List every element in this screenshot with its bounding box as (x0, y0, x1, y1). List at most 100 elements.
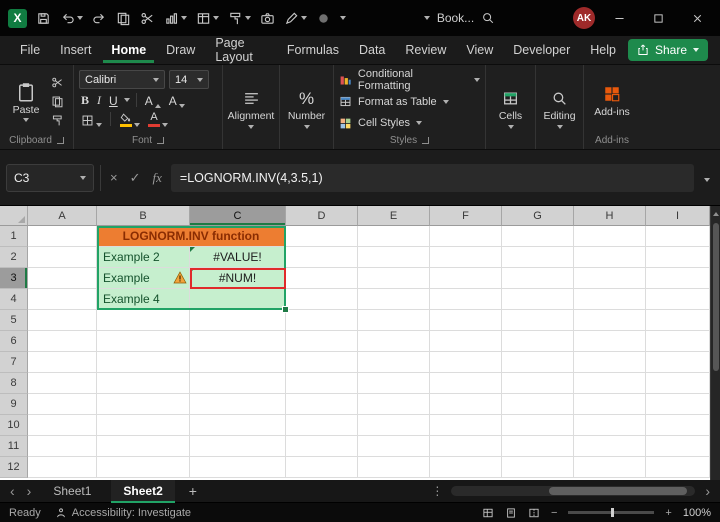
row-header-12[interactable]: 12 (0, 457, 28, 478)
cell-E7[interactable] (358, 352, 430, 373)
vertical-scroll-thumb[interactable] (713, 223, 719, 371)
tab-home[interactable]: Home (103, 38, 154, 63)
undo-button[interactable] (60, 11, 83, 26)
italic-button[interactable]: I (95, 92, 103, 108)
cell-G1[interactable] (502, 226, 574, 247)
cell-I4[interactable] (646, 289, 710, 310)
cell-F1[interactable] (430, 226, 502, 247)
cell-B3[interactable]: Example (97, 268, 190, 289)
cell-A12[interactable] (28, 457, 97, 478)
tab-formulas[interactable]: Formulas (279, 38, 347, 63)
tab-help[interactable]: Help (582, 38, 624, 63)
cell-A8[interactable] (28, 373, 97, 394)
page-break-view-button[interactable] (528, 507, 540, 519)
tab-page-layout[interactable]: Page Layout (207, 31, 275, 70)
row-header-4[interactable]: 4 (0, 289, 28, 310)
minimize-button[interactable] (604, 5, 634, 31)
cell-C3[interactable]: #NUM! (190, 268, 286, 289)
row-header-10[interactable]: 10 (0, 415, 28, 436)
dialog-launcher-icon[interactable] (157, 137, 164, 144)
cell-A10[interactable] (28, 415, 97, 436)
column-header-I[interactable]: I (646, 206, 710, 226)
format-painter-button[interactable] (228, 11, 251, 26)
cell-F6[interactable] (430, 331, 502, 352)
scroll-up-icon[interactable] (713, 212, 719, 216)
dialog-launcher-icon[interactable] (422, 137, 430, 144)
shrink-font-button[interactable]: A (167, 92, 187, 108)
cell-A6[interactable] (28, 331, 97, 352)
cell-F8[interactable] (430, 373, 502, 394)
row-header-8[interactable]: 8 (0, 373, 28, 394)
cell-F11[interactable] (430, 436, 502, 457)
column-header-H[interactable]: H (574, 206, 646, 226)
cut-button[interactable] (140, 11, 155, 26)
sheet-nav-right-button[interactable]: › (25, 484, 34, 498)
cell-D11[interactable] (286, 436, 358, 457)
dialog-launcher-icon[interactable] (56, 137, 64, 144)
cell-H7[interactable] (574, 352, 646, 373)
cell-C9[interactable] (190, 394, 286, 415)
cell-I3[interactable] (646, 268, 710, 289)
cell-A2[interactable] (28, 247, 97, 268)
formula-bar-expand-button[interactable] (700, 169, 714, 187)
cell-B4[interactable]: Example 4 (97, 289, 190, 310)
close-button[interactable] (682, 5, 712, 31)
sheet-tab-sheet1[interactable]: Sheet1 (41, 480, 103, 503)
cell-E9[interactable] (358, 394, 430, 415)
table-button[interactable] (196, 11, 219, 26)
redo-button[interactable] (92, 11, 107, 26)
underline-button[interactable]: U (107, 92, 120, 108)
row-header-6[interactable]: 6 (0, 331, 28, 352)
cell-A4[interactable] (28, 289, 97, 310)
cell-H11[interactable] (574, 436, 646, 457)
alignment-group[interactable]: Alignment (223, 65, 280, 149)
cell-B10[interactable] (97, 415, 190, 436)
cell-G4[interactable] (502, 289, 574, 310)
cell-B2[interactable]: Example 2 (97, 247, 190, 268)
grow-font-button[interactable]: A (143, 92, 163, 108)
cell-E12[interactable] (358, 457, 430, 478)
horizontal-scroll-thumb[interactable] (549, 487, 688, 495)
row-header-7[interactable]: 7 (0, 352, 28, 373)
cell-B9[interactable] (97, 394, 190, 415)
cell-A5[interactable] (28, 310, 97, 331)
cell-E5[interactable] (358, 310, 430, 331)
format-painter-icon[interactable] (51, 114, 64, 127)
paste-button[interactable]: Paste (5, 70, 47, 133)
cell-C6[interactable] (190, 331, 286, 352)
cell-G8[interactable] (502, 373, 574, 394)
cell-B8[interactable] (97, 373, 190, 394)
cell-I1[interactable] (646, 226, 710, 247)
cell-E11[interactable] (358, 436, 430, 457)
camera-button[interactable] (260, 11, 275, 26)
cell-H1[interactable] (574, 226, 646, 247)
cell-B5[interactable] (97, 310, 190, 331)
cell-A1[interactable] (28, 226, 97, 247)
record-dot-icon[interactable] (316, 11, 331, 26)
tab-file[interactable]: File (12, 38, 48, 63)
name-box[interactable]: C3 (6, 163, 94, 192)
cell-D1[interactable] (286, 226, 358, 247)
accessibility-status[interactable]: Accessibility: Investigate (55, 507, 191, 519)
bold-button[interactable]: B (79, 92, 91, 108)
cell-G11[interactable] (502, 436, 574, 457)
sheet-tab-sheet2[interactable]: Sheet2 (111, 479, 175, 503)
cancel-button[interactable]: × (107, 170, 121, 185)
cell-C7[interactable] (190, 352, 286, 373)
cell-A3[interactable] (28, 268, 97, 289)
zoom-in-button[interactable]: + (665, 507, 671, 519)
tab-draw[interactable]: Draw (158, 38, 203, 63)
cell-H8[interactable] (574, 373, 646, 394)
cell-B1[interactable]: LOGNORM.INV function (97, 226, 286, 247)
editing-group[interactable]: Editing (536, 65, 584, 149)
cell-D9[interactable] (286, 394, 358, 415)
zoom-slider[interactable] (568, 508, 655, 517)
share-button[interactable]: Share (627, 39, 708, 61)
cell-A11[interactable] (28, 436, 97, 457)
cell-I12[interactable] (646, 457, 710, 478)
row-header-5[interactable]: 5 (0, 310, 28, 331)
cell-G7[interactable] (502, 352, 574, 373)
cell-H12[interactable] (574, 457, 646, 478)
fill-color-button[interactable] (117, 111, 142, 127)
font-name-select[interactable]: Calibri (79, 70, 165, 89)
